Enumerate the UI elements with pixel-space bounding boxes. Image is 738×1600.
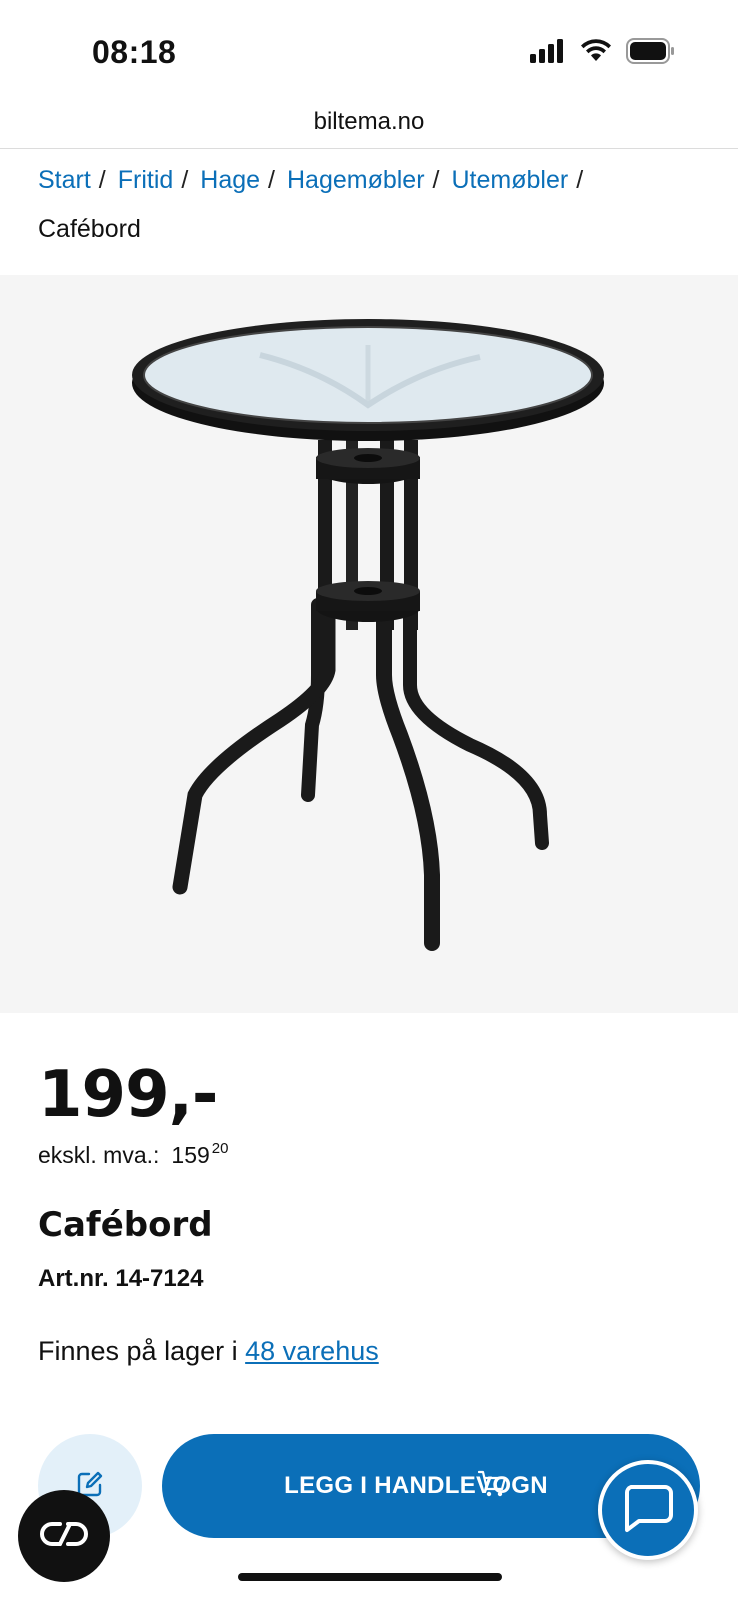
browser-url[interactable]: biltema.no	[0, 108, 738, 136]
breadcrumb-fritid[interactable]: Fritid	[118, 166, 174, 194]
links-button[interactable]	[18, 1490, 110, 1582]
status-time: 08:18	[92, 34, 177, 70]
breadcrumb-separator: /	[181, 166, 189, 194]
status-bar: 08:18	[0, 0, 738, 105]
stock-text: Finnes på lager i	[38, 1336, 238, 1366]
battery-icon	[626, 38, 676, 69]
breadcrumb-hage[interactable]: Hage	[200, 166, 260, 194]
vat-decimals: 20	[211, 1140, 229, 1157]
breadcrumb-separator: /	[268, 166, 275, 194]
breadcrumb-utemobler[interactable]: Utemøbler	[452, 166, 569, 194]
breadcrumb-hagemobler[interactable]: Hagemøbler	[287, 166, 425, 194]
breadcrumb-separator: /	[576, 166, 584, 194]
home-indicator[interactable]	[238, 1573, 502, 1581]
vat-label: ekskl. mva.:	[38, 1142, 160, 1168]
cellular-signal-icon	[530, 39, 566, 68]
breadcrumb-separator: /	[98, 166, 106, 194]
vat-value: 159	[171, 1142, 210, 1168]
breadcrumb-start[interactable]: Start	[38, 166, 91, 194]
chat-icon	[621, 1483, 675, 1538]
cart-icon	[477, 1470, 508, 1503]
chat-button[interactable]	[598, 1460, 698, 1560]
stock-stores-link[interactable]: 48 varehus	[245, 1336, 379, 1366]
links-icon	[40, 1520, 88, 1553]
status-icons	[530, 38, 676, 69]
header-divider	[0, 148, 738, 149]
product-image[interactable]	[0, 275, 738, 1013]
price-ex-vat: ekskl. mva.: 159 20	[38, 1140, 229, 1169]
wifi-icon	[580, 39, 612, 68]
add-to-cart-label: LEGG I HANDLEVOGN	[284, 1472, 548, 1499]
breadcrumb-current: Cafébord	[38, 215, 141, 243]
stock-status: Finnes på lager i 48 varehus	[38, 1336, 379, 1367]
product-title: Cafébord	[38, 1205, 213, 1245]
table-illustration	[132, 319, 604, 951]
product-price: 199,-	[38, 1058, 218, 1132]
breadcrumb-separator: /	[432, 166, 440, 194]
article-number: Art.nr. 14-7124	[38, 1265, 204, 1292]
breadcrumb: Start / Fritid / Hage / Hagemøbler / Utemøbler / …	[38, 156, 698, 254]
